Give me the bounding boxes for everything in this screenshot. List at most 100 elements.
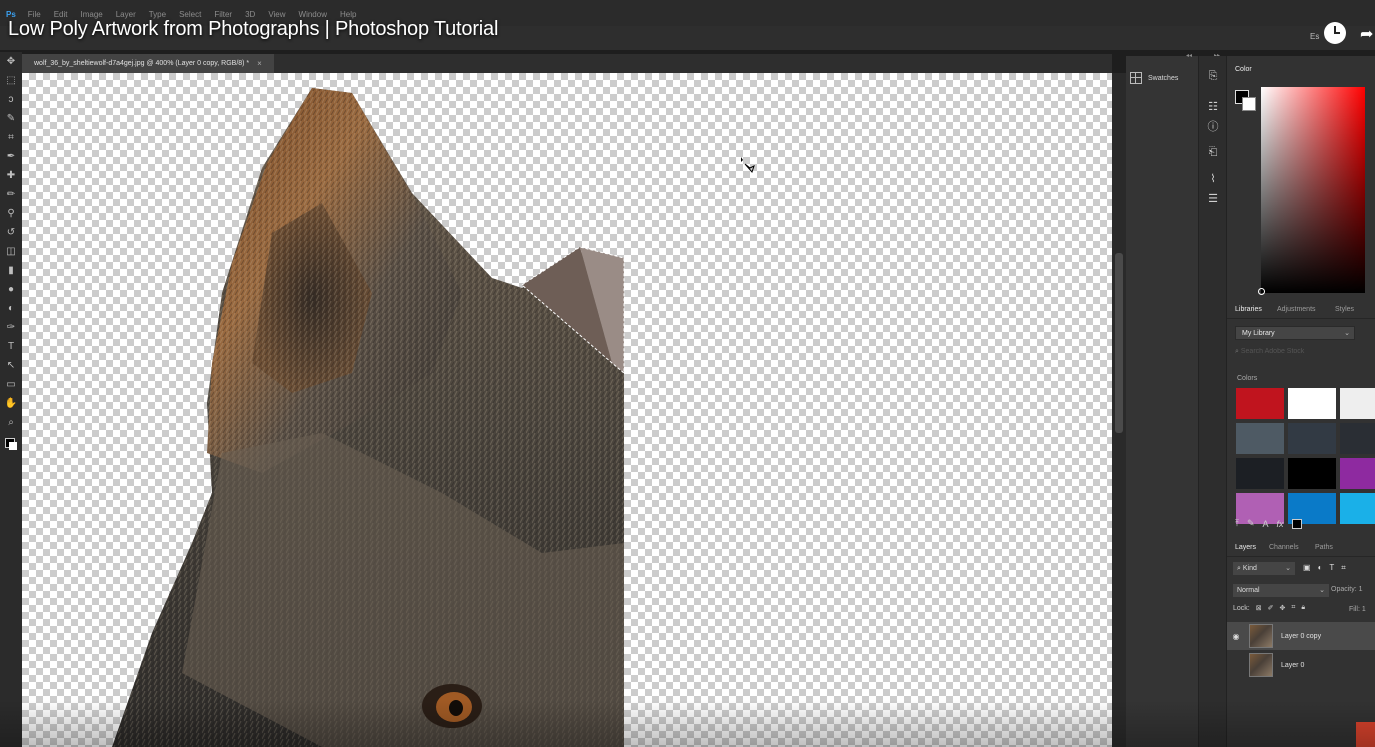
lock-transparent-icon[interactable]: ⊠ (1256, 604, 1262, 612)
main-panels-dock: Color Libraries Adjustments Styles My Li… (1226, 56, 1375, 747)
menu-bar-area: Ps File Edit Image Layer Type Select Fil… (0, 0, 1375, 50)
eyedropper-icon[interactable]: ✒ (0, 147, 22, 166)
tab-color[interactable]: Color (1235, 66, 1252, 73)
libraries-tab-bar: Libraries Adjustments Styles (1227, 300, 1375, 319)
swatches-label: Swatches (1148, 74, 1179, 82)
tab-paths[interactable]: Paths (1315, 544, 1333, 551)
shape-layer-filter-icon[interactable]: ⌗ (1341, 563, 1346, 573)
lock-position-icon[interactable]: ✥ (1279, 604, 1285, 612)
tab-adjustments[interactable]: Adjustments (1277, 306, 1316, 313)
blend-mode-value: Normal (1237, 587, 1260, 594)
color-background-swatch[interactable] (1242, 97, 1256, 111)
share-icon[interactable]: ➦ (1360, 24, 1373, 44)
chevron-down-icon: ⌄ (1319, 587, 1325, 594)
collapse-arrows-icon[interactable]: ◂◂ (1186, 52, 1192, 59)
opacity-field[interactable]: Opacity: 1 (1331, 586, 1363, 593)
document-canvas[interactable] (22, 73, 1112, 747)
marquee-tool-icon[interactable]: ⬚ (0, 71, 22, 90)
search-icon: ⌕ (1235, 348, 1239, 355)
lock-all-icon[interactable]: 🔒︎ (1301, 604, 1305, 612)
library-color-swatch[interactable] (1236, 458, 1284, 489)
character-panel-icon[interactable]: ⎗ (1199, 142, 1227, 162)
layer-thumbnail (1249, 624, 1273, 648)
type-layer-filter-icon[interactable]: T (1329, 563, 1334, 573)
library-color-swatch[interactable] (1340, 388, 1375, 419)
upload-icon[interactable]: ⤒ (1235, 518, 1239, 529)
gradient-tool-icon[interactable]: ▮ (0, 261, 22, 280)
add-layer-style-icon[interactable]: fx (1277, 519, 1284, 529)
document-tab[interactable]: wolf_36_by_sheltiewolf-d7a4gej.jpg @ 400… (22, 54, 274, 73)
crop-tool-icon[interactable]: ⌗ (0, 128, 22, 147)
library-color-swatch[interactable] (1340, 423, 1375, 454)
quick-select-icon[interactable]: ✎ (0, 109, 22, 128)
library-color-swatch[interactable] (1288, 458, 1336, 489)
type-tool-icon[interactable]: T (0, 337, 22, 356)
library-color-swatch[interactable] (1340, 458, 1375, 489)
layer-row[interactable]: Layer 0 (1227, 651, 1375, 679)
document-tab-title: wolf_36_by_sheltiewolf-d7a4gej.jpg @ 400… (34, 60, 250, 67)
color-picker-handle[interactable] (1258, 288, 1265, 295)
healing-brush-icon[interactable]: ✚ (0, 166, 22, 185)
canvas-vertical-scrollbar[interactable] (1112, 73, 1126, 747)
tab-libraries[interactable]: Libraries (1235, 306, 1262, 313)
pen-tool-icon[interactable]: ✑ (0, 318, 22, 337)
tab-layers[interactable]: Layers (1235, 544, 1256, 551)
swatches-grid-icon (1130, 72, 1142, 84)
move-tool-icon[interactable]: ✥ (0, 52, 22, 71)
tab-channels[interactable]: Channels (1269, 544, 1299, 551)
library-footer-toolbar: ⤒ ✎ A fx (1235, 518, 1302, 529)
close-icon[interactable]: × (257, 59, 262, 68)
blur-tool-icon[interactable]: ● (0, 280, 22, 299)
library-color-swatch[interactable] (1288, 423, 1336, 454)
lock-controls: Lock: ⊠ ✐ ✥ ⌗ 🔒︎ (1233, 604, 1305, 612)
info-panel-icon[interactable]: ⓘ (1199, 116, 1227, 136)
foreground-background-colors[interactable] (5, 438, 17, 450)
layer-filter-icons: ▣ ◐ T ⌗ (1303, 563, 1346, 573)
add-graphic-icon[interactable]: ✎ (1247, 518, 1255, 529)
video-title[interactable]: Low Poly Artwork from Photographs | Phot… (8, 18, 498, 41)
library-color-grid (1236, 388, 1375, 524)
panel-icon-strip: ⎘ ☷ ⓘ ⎗ ⌇ ☰ (1198, 56, 1227, 747)
brush-settings-icon[interactable]: ⌇ (1199, 168, 1227, 188)
library-color-swatch[interactable] (1288, 388, 1336, 419)
eraser-icon[interactable]: ◫ (0, 242, 22, 261)
clone-stamp-icon[interactable]: ⚲ (0, 204, 22, 223)
history-panel-icon[interactable]: ⎘ (1199, 66, 1227, 86)
swatches-panel-button[interactable]: Swatches (1130, 68, 1178, 88)
chevron-down-icon: ⌄ (1344, 330, 1350, 337)
shape-tool-icon[interactable]: ▭ (0, 375, 22, 394)
library-color-swatch[interactable] (1236, 423, 1284, 454)
fill-field[interactable]: Fill: 1 (1349, 606, 1366, 613)
hand-tool-icon[interactable]: ✋ (0, 394, 22, 413)
zoom-tool-icon[interactable]: ⌕ (0, 413, 22, 432)
adjustment-layer-filter-icon[interactable]: ◐ (1318, 563, 1323, 573)
scrollbar-thumb[interactable] (1115, 253, 1123, 433)
dodge-tool-icon[interactable]: ◐ (0, 299, 22, 318)
blend-mode-select[interactable]: Normal ⌄ (1233, 584, 1329, 597)
add-color-icon[interactable] (1291, 518, 1302, 529)
background-color-swatch[interactable] (9, 442, 17, 450)
workspace-switcher[interactable]: Es (1310, 32, 1319, 41)
properties-panel-icon[interactable]: ☷ (1199, 96, 1227, 116)
library-color-swatch[interactable] (1236, 388, 1284, 419)
clock-icon[interactable] (1324, 22, 1346, 44)
add-character-style-icon[interactable]: A (1263, 519, 1269, 529)
path-select-icon[interactable]: ↖ (0, 356, 22, 375)
lasso-tool-icon[interactable]: ↄ (0, 90, 22, 109)
library-color-swatch[interactable] (1340, 493, 1375, 524)
lock-image-icon[interactable]: ✐ (1268, 604, 1274, 612)
layer-row[interactable]: ◉ Layer 0 copy (1227, 622, 1375, 650)
library-select[interactable]: My Library ⌄ (1235, 326, 1355, 340)
pixel-layer-filter-icon[interactable]: ▣ (1303, 563, 1311, 573)
history-brush-icon[interactable]: ↺ (0, 223, 22, 242)
color-picker-field[interactable] (1258, 87, 1365, 295)
stock-search-input[interactable]: ⌕ Search Adobe Stock (1235, 348, 1355, 360)
brush-tool-icon[interactable]: ✏ (0, 185, 22, 204)
eye-icon[interactable]: ◉ (1227, 632, 1245, 641)
lock-artboard-icon[interactable]: ⌗ (1291, 604, 1295, 612)
tab-styles[interactable]: Styles (1335, 306, 1354, 313)
layer-name: Layer 0 (1281, 661, 1305, 669)
adjustment-sliders-icon[interactable]: ☰ (1199, 188, 1227, 208)
layer-thumbnail (1249, 653, 1273, 677)
layer-kind-filter[interactable]: ⌕ Kind ⌄ (1233, 562, 1295, 575)
